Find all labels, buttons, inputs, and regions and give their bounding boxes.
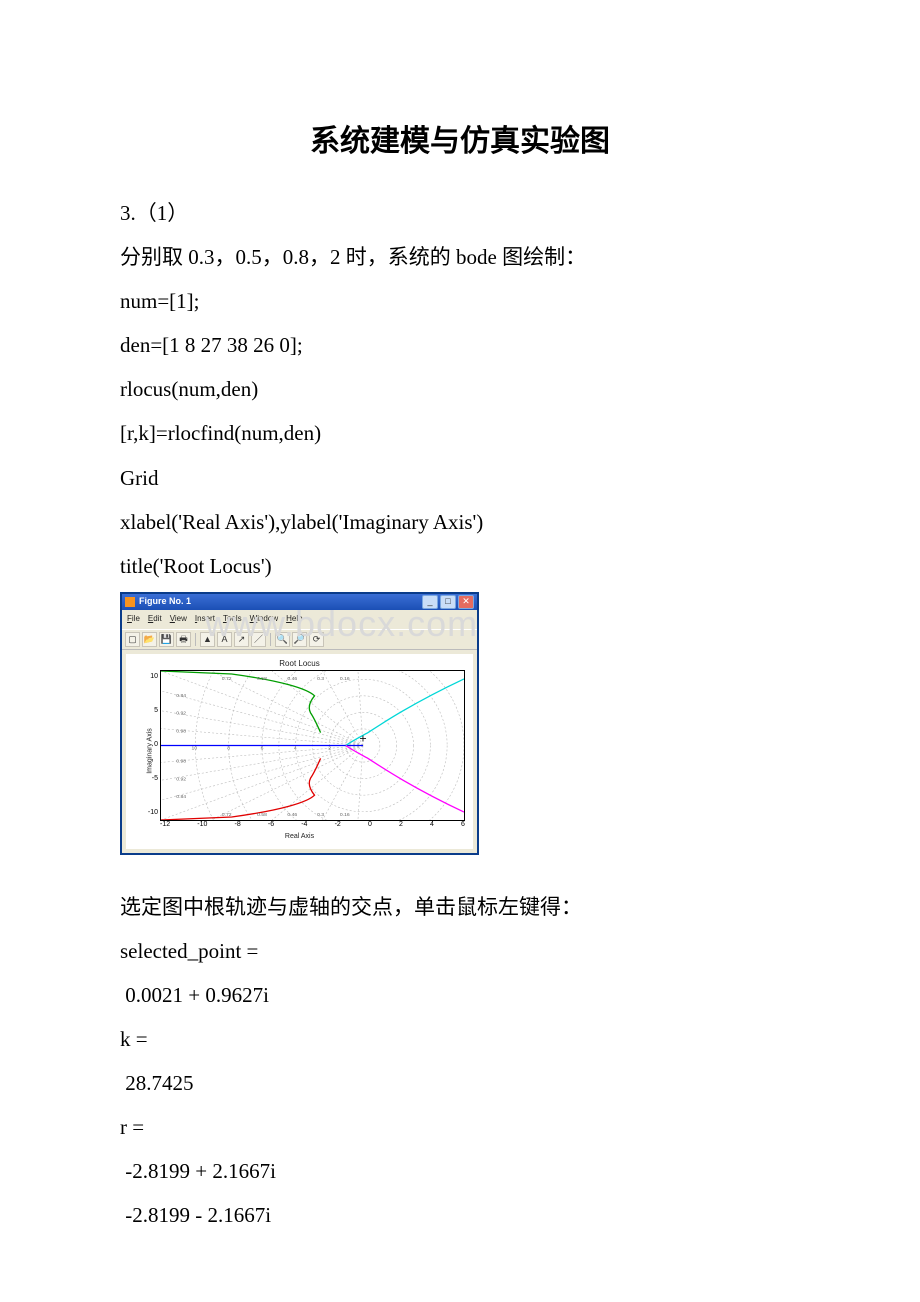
rotate-icon[interactable]: ⟳ bbox=[309, 632, 324, 647]
maximize-button[interactable]: □ bbox=[440, 595, 456, 609]
damping-y-label: 0.84 bbox=[176, 794, 186, 800]
ytick: -5 bbox=[140, 772, 158, 787]
text-line: 28.7425 bbox=[120, 1061, 800, 1105]
document-title: 系统建模与仿真实验图 bbox=[120, 110, 800, 173]
root-locus-plot: 0.72 0.58 0.46 0.3 0.16 0.72 0.58 0.46 0… bbox=[161, 671, 464, 820]
freq-label: 6 bbox=[261, 745, 264, 751]
menubar: File Edit View Insert Tools Window Help bbox=[122, 610, 477, 629]
open-icon[interactable]: 📂 bbox=[142, 632, 157, 647]
text-line: den=[1 8 27 38 26 0]; bbox=[120, 323, 800, 367]
menu-tools[interactable]: Tools bbox=[223, 611, 242, 628]
y-ticks: 10 5 0 -5 -10 bbox=[140, 670, 158, 821]
xtick: -12 bbox=[160, 818, 170, 833]
text-line: 0.0021 + 0.9627i bbox=[120, 973, 800, 1017]
ytick: -10 bbox=[140, 806, 158, 821]
text-line: rlocus(num,den) bbox=[120, 367, 800, 411]
menu-insert[interactable]: Insert bbox=[195, 611, 215, 628]
text-line: title('Root Locus') bbox=[120, 544, 800, 588]
text-line: -2.8199 - 2.1667i bbox=[120, 1193, 800, 1237]
menu-window[interactable]: Window bbox=[250, 611, 278, 628]
titlebar: Figure No. 1 _ □ ✕ bbox=[122, 594, 477, 610]
text-line: r = bbox=[120, 1105, 800, 1149]
menu-file[interactable]: File bbox=[127, 611, 140, 628]
new-icon[interactable]: ▢ bbox=[125, 632, 140, 647]
plot-area: Root Locus Imaginary Axis Real Axis 10 5… bbox=[126, 654, 473, 849]
pointer-icon[interactable]: ▲ bbox=[200, 632, 215, 647]
toolbar-separator bbox=[195, 633, 196, 646]
damping-label: 0.46 bbox=[287, 676, 297, 682]
damping-y-label: 0.98 bbox=[176, 758, 186, 764]
xtick: -4 bbox=[301, 818, 307, 833]
damping-label: 0.72 bbox=[222, 676, 232, 682]
xtick: -10 bbox=[197, 818, 207, 833]
damping-label: 0.58 bbox=[257, 812, 267, 818]
freq-label: 2 bbox=[328, 745, 331, 751]
freq-label: 10 bbox=[192, 745, 198, 751]
text-icon[interactable]: A bbox=[217, 632, 232, 647]
line-icon[interactable]: ／ bbox=[251, 632, 266, 647]
damping-label: 0.16 bbox=[340, 812, 350, 818]
damping-label: 0.46 bbox=[287, 812, 297, 818]
x-ticks: -12 -10 -8 -6 -4 -2 0 2 4 6 bbox=[160, 818, 465, 833]
code-block-before: 3.（1） 分别取 0.3，0.5，0.8，2 时，系统的 bode 图绘制： … bbox=[120, 191, 800, 588]
xtick: 2 bbox=[399, 818, 403, 833]
menu-help[interactable]: Help bbox=[286, 611, 302, 628]
window-title: Figure No. 1 bbox=[139, 592, 422, 611]
toolbar: ▢ 📂 💾 🖶 ▲ A ↗ ／ 🔍 🔎 ⟳ bbox=[122, 629, 477, 650]
freq-label: 4 bbox=[294, 745, 297, 751]
text-line: num=[1]; bbox=[120, 279, 800, 323]
ytick: 10 bbox=[140, 670, 158, 685]
zoom-out-icon[interactable]: 🔎 bbox=[292, 632, 307, 647]
xtick: -2 bbox=[335, 818, 341, 833]
xtick: -8 bbox=[235, 818, 241, 833]
ytick: 0 bbox=[140, 738, 158, 753]
damping-y-label: 0.98 bbox=[176, 728, 186, 734]
menu-edit[interactable]: Edit bbox=[148, 611, 162, 628]
damping-label: 0.72 bbox=[222, 812, 232, 818]
figure-container: www.bdocx.com Figure No. 1 _ □ ✕ File Ed… bbox=[120, 592, 800, 855]
text-line: 3.（1） bbox=[120, 191, 800, 235]
text-line: Grid bbox=[120, 456, 800, 500]
freq-label: 8 bbox=[227, 745, 230, 751]
ytick: 5 bbox=[140, 704, 158, 719]
damping-y-label: 0.92 bbox=[176, 710, 186, 716]
print-icon[interactable]: 🖶 bbox=[176, 632, 191, 647]
text-line: [r,k]=rlocfind(num,den) bbox=[120, 411, 800, 455]
output-block-after: 选定图中根轨迹与虚轴的交点，单击鼠标左键得： selected_point = … bbox=[120, 885, 800, 1238]
zoom-in-icon[interactable]: 🔍 bbox=[275, 632, 290, 647]
damping-y-label: 0.92 bbox=[176, 776, 186, 782]
text-line: 选定图中根轨迹与虚轴的交点，单击鼠标左键得： bbox=[120, 885, 800, 929]
damping-label: 0.3 bbox=[317, 676, 324, 682]
xtick: 4 bbox=[430, 818, 434, 833]
matlab-figure-window: Figure No. 1 _ □ ✕ File Edit View Insert… bbox=[120, 592, 479, 855]
text-line: selected_point = bbox=[120, 929, 800, 973]
minimize-button[interactable]: _ bbox=[422, 595, 438, 609]
xtick: -6 bbox=[268, 818, 274, 833]
save-icon[interactable]: 💾 bbox=[159, 632, 174, 647]
text-line: 分别取 0.3，0.5，0.8，2 时，系统的 bode 图绘制： bbox=[120, 235, 800, 279]
menu-view[interactable]: View bbox=[170, 611, 187, 628]
axes-box[interactable]: 0.72 0.58 0.46 0.3 0.16 0.72 0.58 0.46 0… bbox=[160, 670, 465, 821]
damping-label: 0.3 bbox=[317, 812, 324, 818]
xtick: 0 bbox=[368, 818, 372, 833]
damping-y-label: 0.84 bbox=[176, 693, 186, 699]
arrow-icon[interactable]: ↗ bbox=[234, 632, 249, 647]
close-button[interactable]: ✕ bbox=[458, 595, 474, 609]
damping-label: 0.58 bbox=[257, 676, 267, 682]
window-buttons: _ □ ✕ bbox=[422, 595, 474, 609]
toolbar-separator bbox=[270, 633, 271, 646]
damping-label: 0.16 bbox=[340, 676, 350, 682]
app-icon bbox=[125, 597, 135, 607]
text-line: -2.8199 + 2.1667i bbox=[120, 1149, 800, 1193]
text-line: xlabel('Real Axis'),ylabel('Imaginary Ax… bbox=[120, 500, 800, 544]
text-line: k = bbox=[120, 1017, 800, 1061]
document-page: 系统建模与仿真实验图 3.（1） 分别取 0.3，0.5，0.8，2 时，系统的… bbox=[0, 0, 920, 1297]
xtick: 6 bbox=[461, 818, 465, 833]
